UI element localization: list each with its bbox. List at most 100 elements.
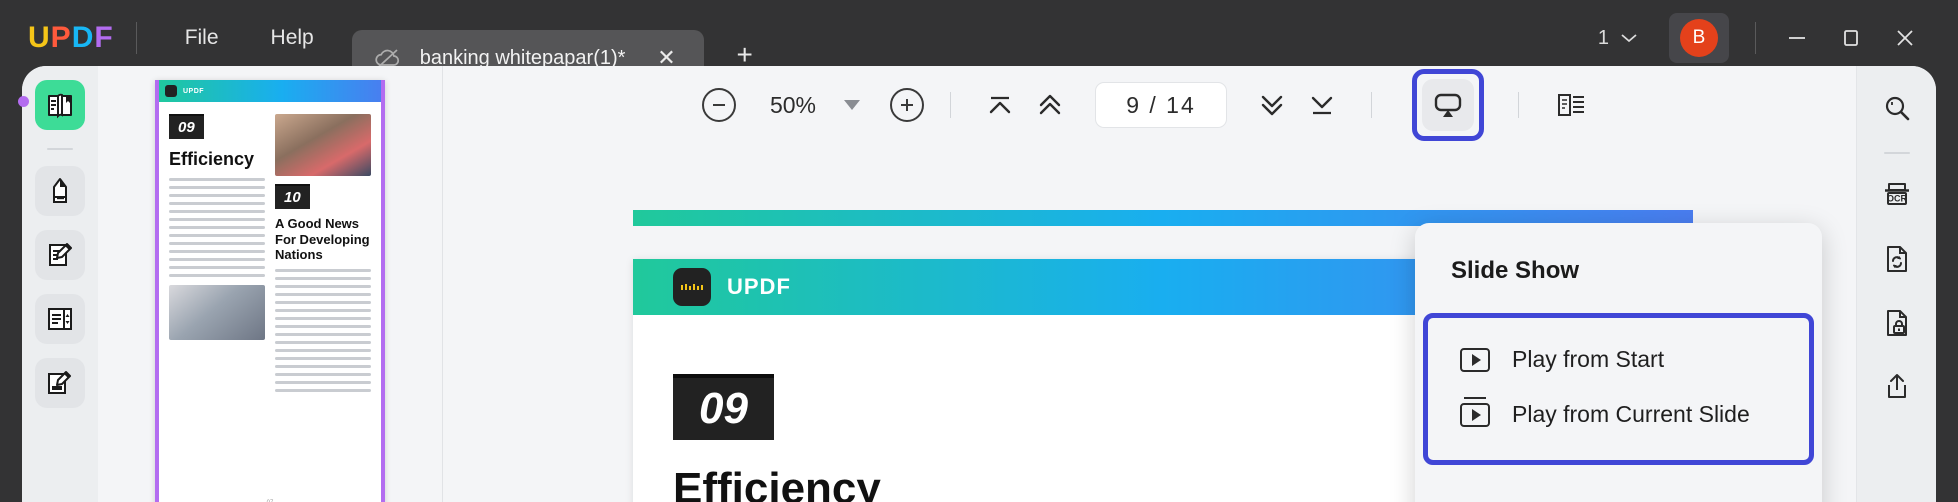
menu-file[interactable]: File: [159, 20, 245, 56]
last-page-button[interactable]: [1299, 82, 1345, 128]
thumb-body: 09 Efficiency 10 A Good News For Develop…: [155, 102, 385, 397]
toolbar-divider: [1518, 92, 1519, 118]
maximize-button[interactable]: [1824, 13, 1878, 63]
thumb-text-line: [275, 276, 371, 280]
share-tool[interactable]: [1872, 362, 1922, 412]
thumb-text-line: [275, 324, 371, 328]
logo-letter-d: D: [71, 21, 95, 54]
window-controls: 1 B: [1588, 0, 1958, 76]
slide-show-button[interactable]: [1422, 79, 1474, 131]
toolbar-divider: [950, 92, 951, 118]
thumb-text-line: [275, 364, 371, 368]
play-from-current-slide-icon: [1460, 396, 1490, 427]
thumb-text-line: [275, 284, 371, 288]
thumb-text-line: [275, 348, 371, 352]
toolbar-divider: [1371, 92, 1372, 118]
page-brand-icon: [673, 268, 711, 306]
thumb-text-line: [169, 178, 265, 181]
ocr-tool[interactable]: OCR: [1872, 170, 1922, 220]
thumb-text-line: [169, 186, 265, 189]
thumb-right-edge: [381, 80, 385, 502]
thumb-text-line: [275, 268, 371, 272]
page-thumbnail[interactable]: UPDF 09 Efficiency 10 A Good News For De…: [155, 80, 385, 502]
first-page-button[interactable]: [977, 82, 1023, 128]
logo-letter-p: P: [50, 21, 72, 54]
thumb-right-column: 10 A Good News For Developing Nations: [275, 114, 371, 397]
thumb-text-line: [169, 210, 265, 213]
slide-show-dropdown: Slide Show Play from Start Play from Cur…: [1415, 223, 1822, 502]
thumb-header-bar: UPDF: [155, 80, 385, 102]
convert-tool[interactable]: [1872, 234, 1922, 284]
rail-divider: [47, 148, 73, 150]
page-number-input[interactable]: 9 / 14: [1095, 82, 1227, 128]
page-section-number: 09: [673, 374, 774, 440]
menu-item-play-from-current-slide[interactable]: Play from Current Slide: [1428, 387, 1809, 442]
thumb-text-line: [275, 316, 371, 320]
thumb-left-edge: [155, 80, 159, 502]
right-toolbar: OCR: [1856, 66, 1936, 502]
thumb-text-line: [275, 332, 371, 336]
sidebar-item-annotate[interactable]: [35, 166, 85, 216]
zoom-level-value[interactable]: 50%: [762, 92, 824, 119]
thumb-text-line: [169, 266, 265, 269]
sidebar-item-reader[interactable]: [35, 80, 85, 130]
language-selector[interactable]: 1: [1588, 21, 1649, 56]
sidebar-item-form-edit[interactable]: [35, 358, 85, 408]
thumb-brand-label: UPDF: [183, 87, 205, 95]
thumb-text-line: [275, 388, 371, 392]
thumb-text-line: [275, 372, 371, 376]
thumb-brand-icon: [165, 85, 177, 97]
rail-divider: [1883, 152, 1910, 154]
tab-strip: banking whitepapar(1)* ✕ +: [351, 0, 762, 86]
thumbnail-panel[interactable]: UPDF 09 Efficiency 10 A Good News For De…: [98, 66, 443, 502]
zoom-dropdown-icon[interactable]: [844, 100, 860, 110]
zoom-in-button[interactable]: [890, 88, 924, 122]
thumb-text-line: [169, 194, 265, 197]
updf-window: U P D F File Help banking whitepapar(1)*…: [0, 0, 1958, 502]
thumb-text-line: [169, 242, 265, 245]
slide-show-highlight: [1412, 69, 1484, 141]
title-bar: U P D F File Help banking whitepapar(1)*…: [0, 0, 1958, 86]
dropdown-title: Slide Show: [1451, 257, 1580, 284]
thumb-text-line: [275, 356, 371, 360]
menu-item-label: Play from Start: [1512, 346, 1665, 372]
window-controls-divider: [1755, 22, 1756, 54]
thumb-text-line: [275, 380, 371, 384]
page-heading: Efficiency: [673, 464, 881, 502]
logo-letter-u: U: [28, 21, 51, 54]
document-toolbar: 50% 9 / 14: [443, 66, 1856, 144]
menu-item-play-from-start[interactable]: Play from Start: [1428, 332, 1809, 387]
sidebar-item-organize-pages[interactable]: [35, 294, 85, 344]
search-tool[interactable]: [1872, 84, 1922, 134]
thumb-photo-laptop: [169, 285, 265, 340]
play-from-start-icon: [1460, 347, 1490, 372]
account-button[interactable]: B: [1669, 13, 1729, 63]
thumb-text-line: [169, 202, 265, 205]
previous-page-button[interactable]: [1027, 82, 1073, 128]
updf-logo: U P D F: [28, 21, 114, 55]
zoom-out-button[interactable]: [702, 88, 736, 122]
thumb-section-number: 09: [169, 114, 204, 139]
thumb-next-heading: A Good News For Developing Nations: [275, 216, 370, 263]
protect-tool[interactable]: [1872, 298, 1922, 348]
chevron-down-icon: [1619, 32, 1639, 44]
thumb-text-line: [275, 340, 371, 344]
left-toolbar: [22, 66, 98, 502]
thumb-next-section-number: 10: [275, 184, 310, 209]
minimize-button[interactable]: [1770, 13, 1824, 63]
thumb-text-line: [275, 300, 371, 304]
thumb-text-line: [275, 292, 371, 296]
sidebar-item-edit-pdf[interactable]: [35, 230, 85, 280]
menu-help[interactable]: Help: [245, 20, 340, 56]
thumb-text-line: [169, 226, 265, 229]
close-window-button[interactable]: [1878, 13, 1932, 63]
next-page-button[interactable]: [1249, 82, 1295, 128]
language-value: 1: [1597, 26, 1609, 49]
purple-accent-dot: [18, 96, 29, 107]
dropdown-items-highlight: Play from Start Play from Current Slide: [1423, 313, 1814, 465]
reading-mode-button[interactable]: [1545, 79, 1597, 131]
menu-item-label: Play from Current Slide: [1512, 401, 1750, 427]
content-shell: UPDF 09 Efficiency 10 A Good News For De…: [22, 66, 1936, 502]
page-brand-label: UPDF: [727, 274, 791, 299]
avatar: B: [1680, 19, 1718, 57]
